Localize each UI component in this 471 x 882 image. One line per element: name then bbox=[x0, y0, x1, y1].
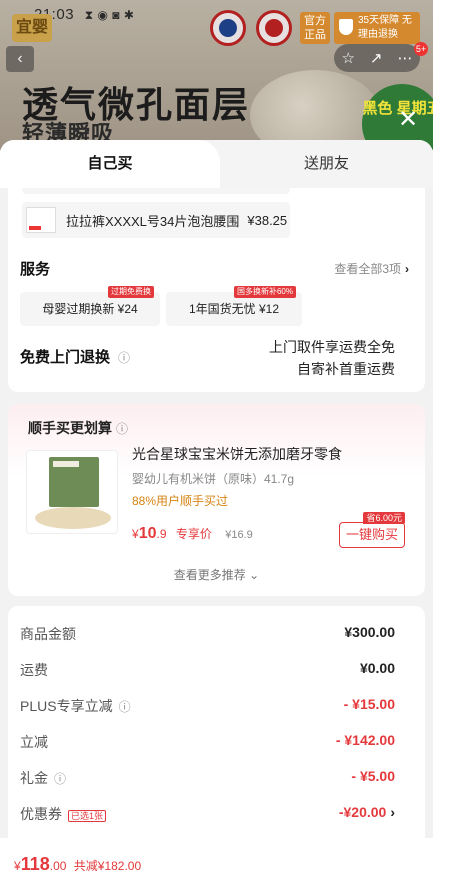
summary-value: - ¥142.00 bbox=[335, 732, 395, 748]
free-return-description: 上门取件享运费全免 自寄补首重运费 bbox=[269, 336, 395, 380]
gift-item-row[interactable]: 拉拉裤XXXXL号34片泡泡腰围 ¥38.25 bbox=[22, 202, 290, 238]
favorite-star-icon[interactable]: ☆ bbox=[341, 49, 354, 67]
coupon-value: -¥20.00 bbox=[338, 804, 387, 820]
total-decimals: .00 bbox=[49, 859, 67, 873]
summary-row-instant-discount: 立减 - ¥142.00 bbox=[20, 732, 395, 752]
summary-label: 优惠券 已选1张 bbox=[20, 804, 107, 824]
one-click-buy-button[interactable]: 一键购买 省6.00元 bbox=[339, 512, 405, 548]
buy-button-label: 一键购买 bbox=[345, 527, 398, 542]
background-margin bbox=[433, 0, 471, 882]
recommended-product-name[interactable]: 光合星球宝宝米饼无添加磨牙零食 bbox=[132, 444, 342, 464]
services-view-all-label: 查看全部3项 bbox=[334, 262, 401, 276]
summary-value: -¥20.00 › bbox=[339, 804, 395, 820]
product-image bbox=[250, 70, 380, 150]
total-amount: 118 bbox=[20, 854, 50, 874]
back-button[interactable]: ‹ bbox=[6, 46, 34, 72]
summary-value: ¥300.00 bbox=[344, 624, 395, 640]
summary-label: 礼金 ⓘ bbox=[20, 768, 66, 788]
price-integer: 10 bbox=[138, 525, 157, 542]
summary-row-coupon[interactable]: 优惠券 已选1张 -¥20.00 › bbox=[20, 804, 395, 824]
recommendation-card: 顺手买更划算 ⓘ 光合星球宝宝米饼无添加磨牙零食 婴幼儿有机米饼（原味）41.7g… bbox=[8, 404, 425, 596]
price-summary-card: 商品金额 ¥300.00 运费 ¥0.00 PLUS专享立减 ⓘ - ¥15.00… bbox=[8, 606, 425, 846]
guarantee-badge: 35天保障 无理由退换 bbox=[334, 12, 420, 44]
exclusive-price-label: 专享价 bbox=[175, 527, 212, 541]
price-decimal: .9 bbox=[156, 527, 167, 541]
previous-item-row bbox=[22, 188, 290, 194]
recommendation-title: 顺手买更划算 ⓘ bbox=[28, 418, 128, 438]
savings-tag: 省6.00元 bbox=[363, 512, 405, 524]
official-badge: 官方正品 bbox=[300, 12, 330, 44]
summary-label: 立减 bbox=[20, 734, 48, 750]
coupon-selected-tag: 已选1张 bbox=[68, 810, 107, 822]
recommended-product-image[interactable] bbox=[26, 450, 118, 534]
more-icon[interactable]: ⋯ bbox=[397, 49, 412, 67]
summary-value: ¥0.00 bbox=[359, 660, 395, 676]
recommended-product-price: ¥10.9 专享价 ¥16.9 bbox=[132, 525, 253, 543]
order-items-card: 拉拉裤XXXXL号34片泡泡腰围 ¥38.25 服务 查看全部3项 › 母婴过期换… bbox=[8, 188, 425, 392]
phone-screen: 21:03 ⧗ ◉ ◙ ✱ 宜婴 官方正品 35天保障 无理由退换 ‹ ☆ ↗ … bbox=[0, 0, 433, 882]
summary-label: PLUS专享立减 ⓘ bbox=[20, 696, 131, 716]
summary-value: - ¥15.00 bbox=[343, 696, 395, 712]
info-icon[interactable]: ⓘ bbox=[54, 772, 66, 786]
total-price: ¥118.00 共减¥182.00 bbox=[14, 854, 141, 875]
shield-icon bbox=[339, 19, 353, 35]
summary-row-plus-discount: PLUS专享立减 ⓘ - ¥15.00 bbox=[20, 696, 395, 716]
service-chip-domestic-warranty[interactable]: 1年国货无忧 ¥12 国多换新补60% bbox=[166, 286, 302, 326]
summary-label: 运费 bbox=[20, 662, 48, 678]
total-symbol: ¥ bbox=[14, 859, 21, 873]
order-sheet: 自己买 送朋友 拉拉裤XXXXL号34片泡泡腰围 ¥38.25 服务 查看全部3… bbox=[0, 140, 433, 882]
free-return-label: 免费上门退换 bbox=[20, 349, 111, 366]
info-icon[interactable]: ⓘ bbox=[116, 422, 128, 436]
product-banner: 21:03 ⧗ ◉ ◙ ✱ 宜婴 官方正品 35天保障 无理由退换 ‹ ☆ ↗ … bbox=[0, 0, 433, 150]
tab-buy-for-self[interactable]: 自己买 bbox=[0, 140, 220, 188]
summary-row-goods-amount: 商品金额 ¥300.00 bbox=[20, 624, 395, 644]
guarantee-text: 35天保障 无理由退换 bbox=[358, 15, 412, 40]
service-chip-tag: 国多换新补60% bbox=[233, 286, 296, 298]
share-icon[interactable]: ↗ bbox=[370, 49, 383, 67]
brand-logo: 宜婴 bbox=[12, 14, 52, 42]
info-icon[interactable]: ⓘ bbox=[118, 351, 130, 365]
gift-item-name: 拉拉裤XXXXL号34片泡泡腰围 bbox=[66, 213, 240, 229]
checkout-bar: ¥118.00 共减¥182.00 bbox=[0, 838, 433, 882]
gift-item-price: ¥38.25 bbox=[247, 212, 288, 228]
service-chip-label: 1年国货无忧 ¥12 bbox=[188, 302, 280, 316]
chevron-right-icon: › bbox=[390, 804, 395, 820]
service-chip-expiry-renew[interactable]: 母婴过期换新 ¥24 过期免费换 bbox=[20, 286, 160, 326]
tab-bar: 自己买 送朋友 bbox=[0, 140, 433, 188]
recommended-product-spec: 婴幼儿有机米饼（原味）41.7g bbox=[132, 472, 295, 486]
summary-row-shipping: 运费 ¥0.00 bbox=[20, 660, 395, 680]
service-chip-label: 母婴过期换新 ¥24 bbox=[42, 302, 138, 316]
status-icons: ⧗ ◉ ◙ ✱ bbox=[84, 8, 135, 22]
summary-label: 商品金额 bbox=[20, 626, 76, 642]
summary-value: - ¥5.00 bbox=[351, 768, 395, 784]
recommendation-title-label: 顺手买更划算 bbox=[28, 420, 112, 436]
tab-send-to-friend[interactable]: 送朋友 bbox=[220, 140, 433, 188]
view-more-recommendations[interactable]: 查看更多推荐 ⌄ bbox=[8, 566, 425, 583]
certification-badge-icon bbox=[210, 10, 246, 46]
original-price: ¥16.9 bbox=[225, 529, 253, 541]
service-chip-tag: 过期免费换 bbox=[108, 286, 154, 298]
free-return-line1: 上门取件享运费全免 bbox=[269, 339, 395, 355]
info-icon[interactable]: ⓘ bbox=[119, 700, 131, 714]
header-actions: ☆ ↗ ⋯ bbox=[334, 44, 420, 72]
chevron-right-icon: › bbox=[405, 262, 409, 276]
price-symbol: ¥ bbox=[132, 527, 139, 541]
summary-label-text: 礼金 bbox=[20, 770, 48, 786]
quality-seal-icon bbox=[256, 10, 292, 46]
free-return-title: 免费上门退换 ⓘ bbox=[20, 346, 130, 367]
close-icon[interactable]: ✕ bbox=[398, 108, 418, 132]
total-discount: 共减¥182.00 bbox=[73, 859, 142, 873]
recommended-product-rate: 88%用户顺手买过 bbox=[132, 494, 229, 508]
free-return-line2: 自寄补首重运费 bbox=[297, 361, 395, 377]
services-view-all[interactable]: 查看全部3项 › bbox=[334, 260, 409, 277]
message-count-badge: 5+ bbox=[414, 42, 428, 56]
summary-label-text: PLUS专享立减 bbox=[20, 698, 113, 714]
services-title: 服务 bbox=[20, 261, 51, 278]
summary-label-text: 优惠券 bbox=[20, 806, 62, 822]
summary-row-gift-money: 礼金 ⓘ - ¥5.00 bbox=[20, 768, 395, 788]
gift-item-thumbnail bbox=[26, 207, 56, 233]
